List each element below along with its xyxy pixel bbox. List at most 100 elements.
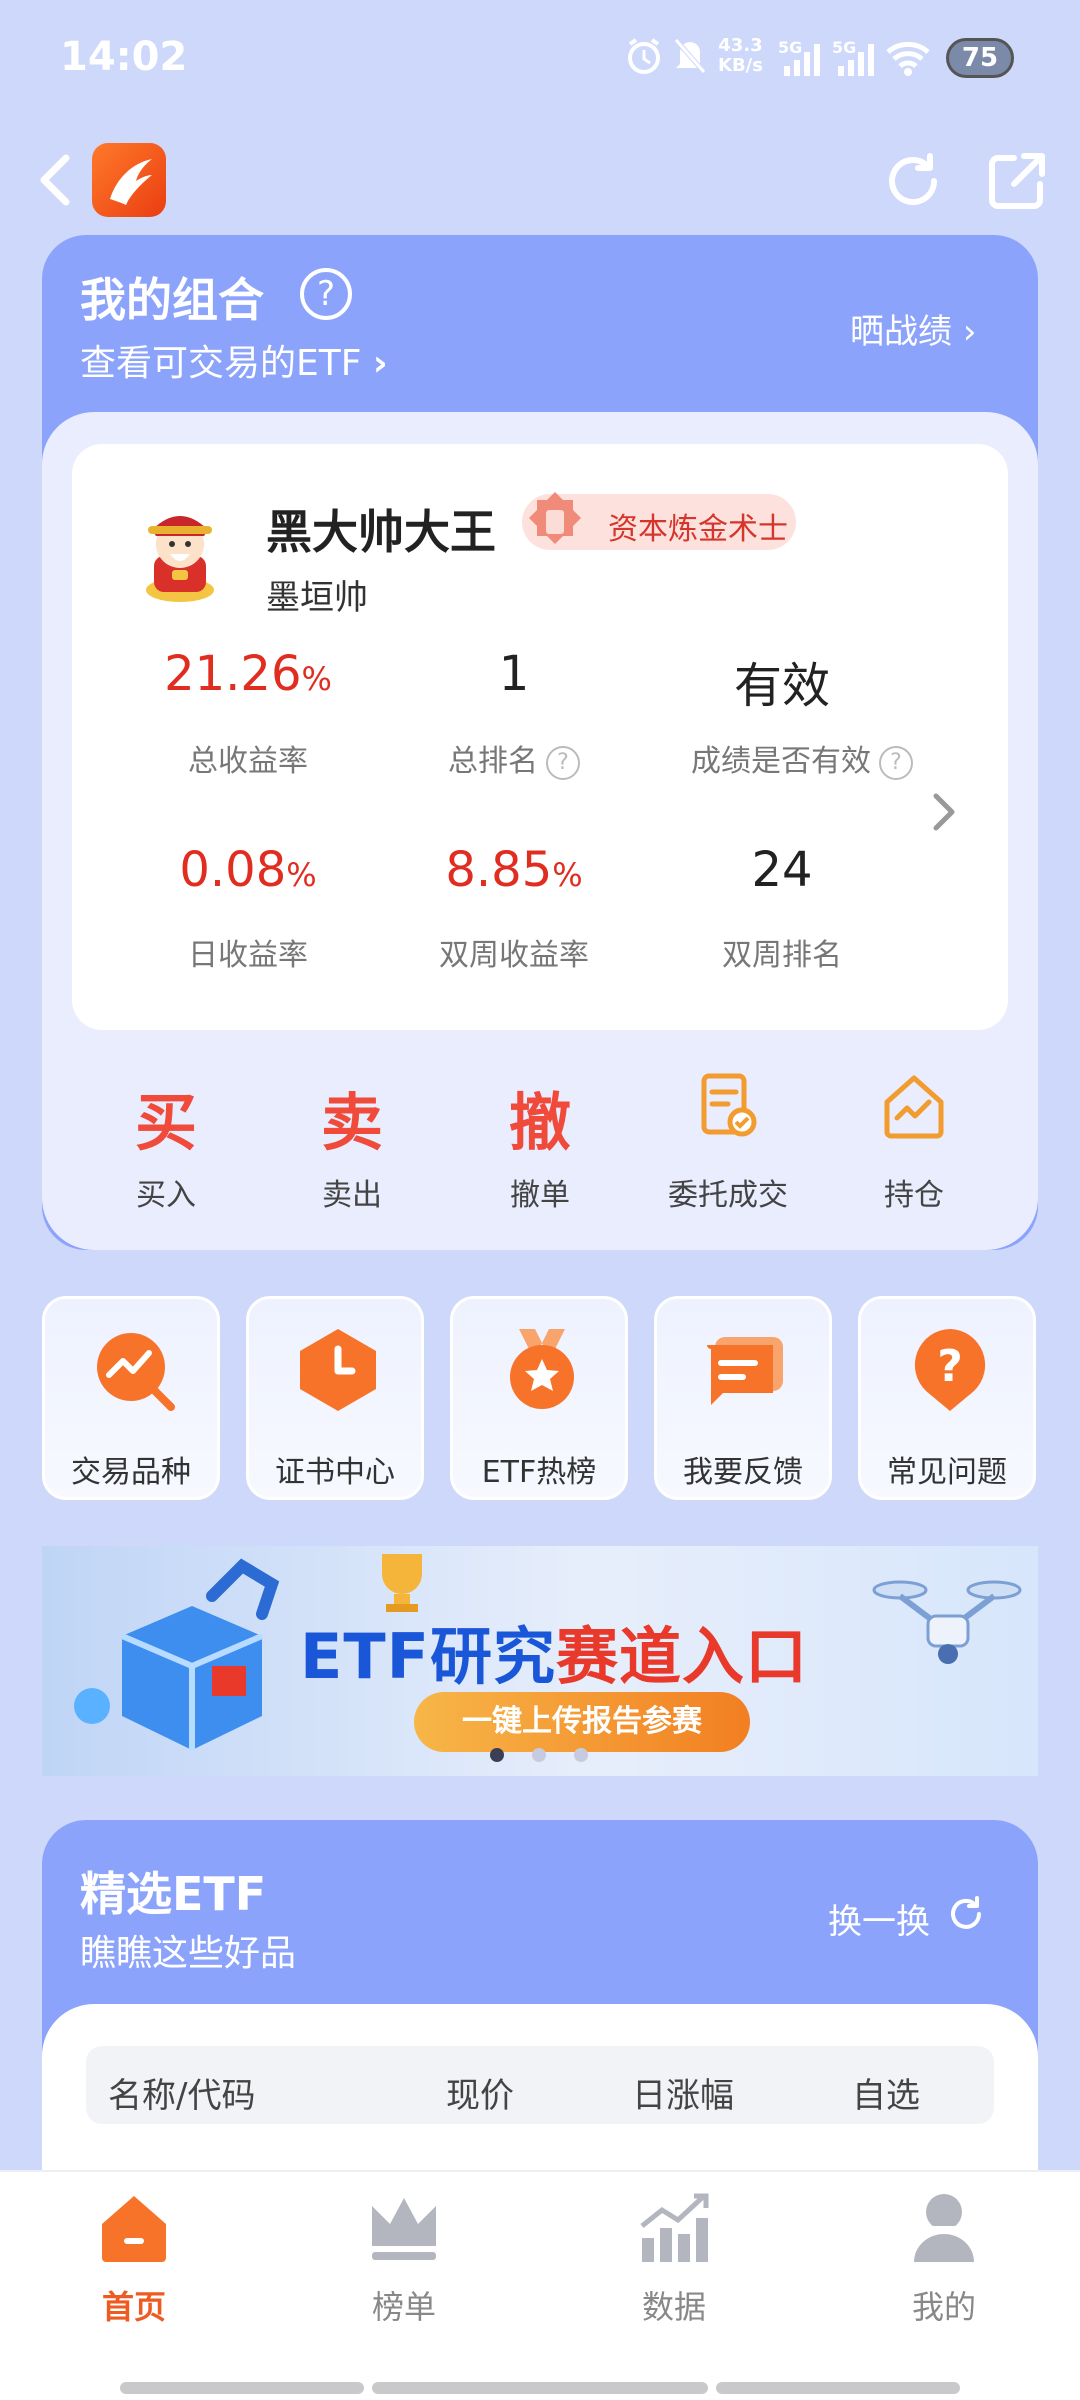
- banner-title: ETF研究赛道入口: [300, 1606, 808, 1696]
- alarm-icon: [624, 36, 664, 76]
- positions-button[interactable]: 持仓: [834, 1072, 994, 1214]
- biweekly-return-number: 8.85: [445, 842, 553, 898]
- portfolio-title: 我的组合: [80, 273, 264, 327]
- shortcut-label: 我要反馈: [683, 1455, 803, 1490]
- carousel-dot[interactable]: [532, 1748, 546, 1762]
- badge-label: 资本炼金术士: [608, 512, 788, 547]
- bar-chart-icon: [634, 2190, 714, 2266]
- question-icon: ?: [905, 1325, 995, 1415]
- shortcut-faq[interactable]: ? 常见问题: [858, 1296, 1036, 1500]
- help-icon[interactable]: ?: [300, 268, 352, 320]
- buy-label: 买入: [136, 1178, 196, 1213]
- app-logo-icon: [92, 143, 166, 217]
- medal-icon: [497, 1325, 587, 1415]
- sell-label: 卖出: [322, 1178, 382, 1213]
- battery-icon: 75: [946, 38, 1014, 78]
- home-icon: [94, 2190, 174, 2266]
- tradable-etf-label: 查看可交易的ETF: [80, 343, 362, 384]
- clock-icon: [293, 1325, 383, 1415]
- house-chart-icon: [834, 1072, 994, 1152]
- daily-return-number: 0.08: [179, 842, 287, 898]
- status-time: 14:02: [60, 34, 188, 80]
- net-speed-value: 43.3: [718, 35, 763, 56]
- shortcut-etf-hot-list[interactable]: ETF热榜: [450, 1296, 628, 1500]
- help-icon[interactable]: ?: [546, 745, 580, 780]
- cancel-icon: 撤: [508, 1086, 571, 1159]
- tab-label: 数据: [641, 2288, 706, 2326]
- tab-home[interactable]: 首页: [34, 2190, 234, 2328]
- tab-mine[interactable]: 我的: [844, 2190, 1044, 2328]
- banner-cta-button[interactable]: 一键上传报告参赛: [414, 1692, 750, 1752]
- col-daily-change: 日涨幅: [632, 2076, 734, 2116]
- biweekly-return-value: 8.85%: [384, 842, 644, 898]
- total-rank-label: 总排名?: [374, 736, 654, 780]
- chevron-right-icon[interactable]: [930, 790, 960, 834]
- col-watchlist: 自选: [852, 2076, 920, 2116]
- total-rank-value: 1: [384, 646, 644, 702]
- scroll-indicator: [716, 2382, 960, 2394]
- biweekly-rank-value: 24: [652, 842, 912, 898]
- orders-button[interactable]: 委托成交: [648, 1072, 808, 1214]
- chevron-right-icon: ›: [962, 312, 977, 352]
- scroll-indicator: [120, 2382, 364, 2394]
- valid-value: 有效: [652, 646, 912, 716]
- valid-text: 有效: [733, 658, 830, 714]
- buy-icon: 买: [134, 1086, 197, 1159]
- shortcut-certificate-center[interactable]: 证书中心: [246, 1296, 424, 1500]
- tab-data[interactable]: 数据: [574, 2190, 774, 2328]
- shortcut-label: ETF热榜: [481, 1455, 597, 1490]
- robot-cube-illustration: [74, 1558, 280, 1750]
- help-icon[interactable]: ?: [879, 745, 913, 780]
- sell-button[interactable]: 卖 卖出: [272, 1072, 432, 1214]
- cancel-label: 撤单: [510, 1178, 570, 1213]
- avatar: [132, 500, 228, 604]
- col-name-code: 名称/代码: [108, 2076, 256, 2116]
- etf-section-subtitle: 瞧瞧这些好品: [80, 1933, 297, 1974]
- signal-icon-2: 5G: [832, 38, 878, 78]
- mute-icon: [672, 36, 708, 76]
- banner-title-b: 赛道入口: [556, 1620, 809, 1693]
- refresh-icon[interactable]: [946, 1894, 986, 1934]
- banner-title-a: ETF研究: [300, 1620, 556, 1693]
- signal-label: 5G: [778, 38, 803, 57]
- chevron-right-icon: ›: [372, 343, 388, 384]
- share-icon[interactable]: [984, 148, 1050, 214]
- col-price: 现价: [446, 2076, 514, 2116]
- shortcut-trading-products[interactable]: 交易品种: [42, 1296, 220, 1500]
- trend-icon: [89, 1325, 179, 1415]
- shortcut-label: 交易品种: [71, 1455, 191, 1490]
- battery-level: 75: [961, 43, 999, 73]
- refresh-icon[interactable]: [880, 148, 946, 214]
- daily-return-value: 0.08%: [118, 842, 378, 898]
- back-icon[interactable]: [36, 150, 76, 210]
- shortcut-label: 常见问题: [887, 1455, 1007, 1490]
- shortcut-label: 证书中心: [275, 1455, 395, 1490]
- user-subname: 墨垣帅: [266, 578, 368, 618]
- carousel-dot[interactable]: [490, 1748, 504, 1762]
- total-return-number: 21.26: [164, 646, 302, 702]
- tab-rankings[interactable]: 榜单: [304, 2190, 504, 2328]
- unit: %: [286, 856, 317, 894]
- tab-label: 首页: [101, 2288, 166, 2326]
- biweekly-return-label: 双周收益率: [439, 938, 589, 973]
- orders-label: 委托成交: [668, 1178, 788, 1213]
- cancel-order-button[interactable]: 撤 撤单: [460, 1072, 620, 1214]
- show-results-link[interactable]: 晒战绩 ›: [850, 304, 976, 353]
- daily-return-label: 日收益率: [188, 938, 308, 973]
- tradable-etf-link[interactable]: 查看可交易的ETF ›: [80, 334, 388, 386]
- unit: %: [552, 856, 583, 894]
- shortcut-feedback[interactable]: 我要反馈: [654, 1296, 832, 1500]
- carousel-dot[interactable]: [574, 1748, 588, 1762]
- valid-label: 成绩是否有效?: [652, 736, 952, 780]
- unit: %: [301, 660, 332, 698]
- net-speed-unit: KB/s: [718, 55, 763, 76]
- scroll-indicator: [372, 2382, 708, 2394]
- total-rank-text: 总排名: [448, 744, 538, 779]
- svg-text:?: ?: [937, 1341, 963, 1392]
- buy-button[interactable]: 买 买入: [86, 1072, 246, 1214]
- user-icon: [904, 2190, 984, 2266]
- swap-button[interactable]: 换一换: [828, 1894, 930, 1943]
- biweekly-rank-label: 双周排名: [722, 938, 842, 973]
- total-rank-number: 1: [498, 646, 530, 702]
- chat-icon: [701, 1325, 791, 1415]
